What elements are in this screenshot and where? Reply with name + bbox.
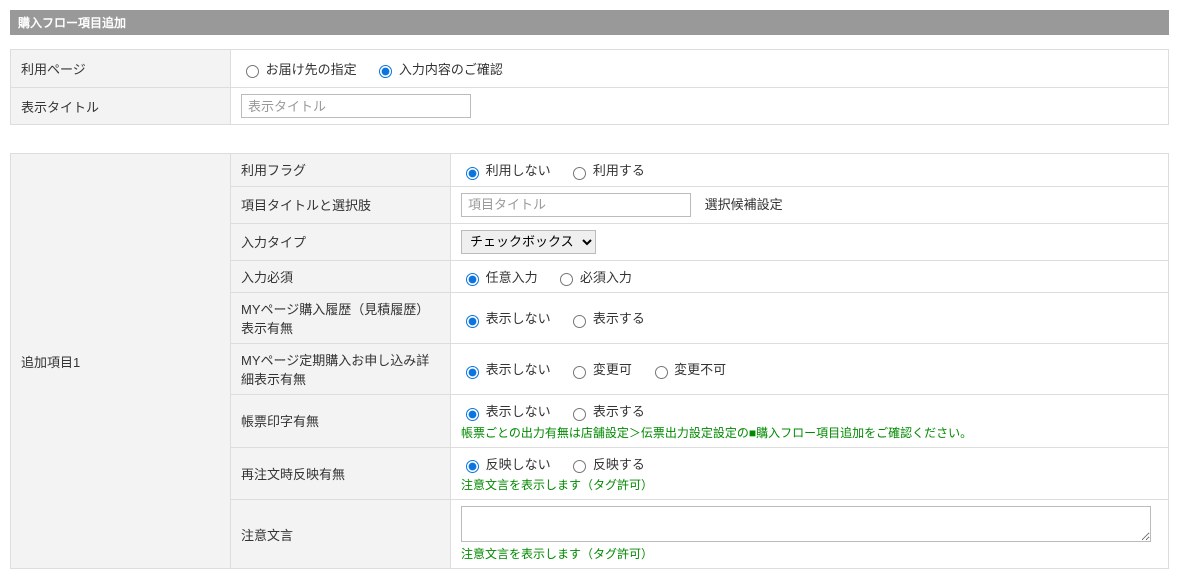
print-hint: 帳票ごとの出力有無は店舗設定＞伝票出力設定設定の■購入フロー項目追加をご確認くだ… — [461, 424, 1158, 441]
usage-page-opt2-radio[interactable] — [379, 65, 392, 78]
my-history-opt1-radio[interactable] — [466, 315, 479, 328]
group-label: 追加項目1 — [11, 154, 231, 569]
required-opt2-label[interactable]: 必須入力 — [555, 270, 632, 285]
my-sub-detail-opt3-text: 変更不可 — [674, 362, 726, 377]
usage-page-label: 利用ページ — [11, 50, 231, 88]
display-title-label: 表示タイトル — [11, 88, 231, 125]
required-opt1-text: 任意入力 — [486, 270, 538, 285]
usage-page-opt1-text: お届け先の指定 — [266, 62, 357, 77]
my-sub-detail-opt3-label[interactable]: 変更不可 — [650, 362, 727, 377]
print-opt2-label[interactable]: 表示する — [568, 404, 645, 419]
reorder-hint: 注意文言を表示します（タグ許可） — [461, 476, 1158, 493]
reorder-opt1-label[interactable]: 反映しない — [461, 457, 554, 472]
use-flag-opt2-label[interactable]: 利用する — [568, 163, 645, 178]
my-sub-detail-opt1-radio[interactable] — [466, 366, 479, 379]
usage-page-opt2-label[interactable]: 入力内容のご確認 — [374, 62, 503, 77]
input-type-select[interactable]: チェックボックス — [461, 230, 596, 254]
reorder-opt1-text: 反映しない — [486, 457, 551, 472]
required-opt1-radio[interactable] — [466, 273, 479, 286]
caution-textarea[interactable] — [461, 506, 1151, 542]
my-sub-detail-opt2-label[interactable]: 変更可 — [568, 362, 635, 377]
my-sub-detail-opt3-radio[interactable] — [655, 366, 668, 379]
reorder-opt1-radio[interactable] — [466, 460, 479, 473]
required-opt2-radio[interactable] — [560, 273, 573, 286]
print-opt2-text: 表示する — [593, 404, 645, 419]
use-flag-opt1-text: 利用しない — [486, 163, 551, 178]
page-title: 購入フロー項目追加 — [10, 10, 1169, 35]
my-sub-detail-opt1-text: 表示しない — [486, 362, 551, 377]
use-flag-label: 利用フラグ — [231, 154, 451, 187]
my-sub-detail-opt2-radio[interactable] — [573, 366, 586, 379]
print-opt1-text: 表示しない — [486, 404, 551, 419]
my-sub-detail-label: MYページ定期購入お申し込み詳細表示有無 — [231, 344, 451, 395]
my-history-opt2-radio[interactable] — [573, 315, 586, 328]
print-label: 帳票印字有無 — [231, 395, 451, 448]
use-flag-opt1-label[interactable]: 利用しない — [461, 163, 554, 178]
print-opt2-radio[interactable] — [573, 408, 586, 421]
my-sub-detail-opt1-label[interactable]: 表示しない — [461, 362, 554, 377]
section1-table: 利用ページ お届け先の指定 入力内容のご確認 表示タイトル — [10, 49, 1169, 125]
print-opt1-radio[interactable] — [466, 408, 479, 421]
required-label: 入力必須 — [231, 260, 451, 293]
usage-page-opt2-text: 入力内容のご確認 — [399, 62, 503, 77]
my-history-opt2-text: 表示する — [593, 311, 645, 326]
input-type-label: 入力タイプ — [231, 223, 451, 260]
my-history-opt2-label[interactable]: 表示する — [568, 311, 645, 326]
use-flag-opt1-radio[interactable] — [466, 167, 479, 180]
item-title-label: 項目タイトルと選択肢 — [231, 186, 451, 223]
use-flag-opt2-radio[interactable] — [573, 167, 586, 180]
my-history-opt1-label[interactable]: 表示しない — [461, 311, 554, 326]
reorder-opt2-label[interactable]: 反映する — [568, 457, 645, 472]
usage-page-opt1-label[interactable]: お届け先の指定 — [241, 62, 360, 77]
my-sub-detail-opt2-text: 変更可 — [593, 362, 632, 377]
required-opt1-label[interactable]: 任意入力 — [461, 270, 541, 285]
reorder-opt2-text: 反映する — [593, 457, 645, 472]
reorder-label: 再注文時反映有無 — [231, 447, 451, 500]
choice-settings-link[interactable]: 選択候補設定 — [705, 197, 783, 212]
usage-page-opt1-radio[interactable] — [246, 65, 259, 78]
reorder-opt2-radio[interactable] — [573, 460, 586, 473]
my-history-label: MYページ購入履歴（見積履歴）表示有無 — [231, 293, 451, 344]
required-opt2-text: 必須入力 — [580, 270, 632, 285]
use-flag-opt2-text: 利用する — [593, 163, 645, 178]
my-history-opt1-text: 表示しない — [486, 311, 551, 326]
item-title-input[interactable] — [461, 193, 691, 217]
section2-table: 追加項目1 利用フラグ 利用しない 利用する 項目タイトルと選択肢 選択候補設定… — [10, 153, 1169, 569]
caution-hint: 注意文言を表示します（タグ許可） — [461, 545, 1158, 562]
display-title-input[interactable] — [241, 94, 471, 118]
caution-label: 注意文言 — [231, 500, 451, 569]
print-opt1-label[interactable]: 表示しない — [461, 404, 554, 419]
